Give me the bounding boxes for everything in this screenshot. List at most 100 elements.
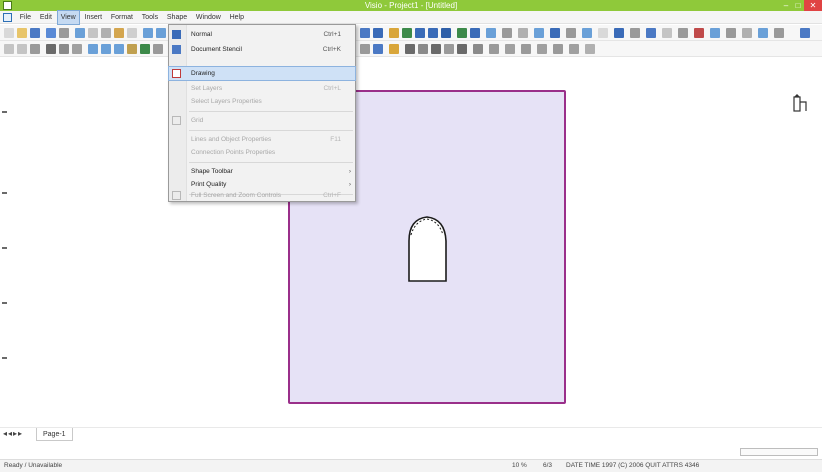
paste-icon[interactable] <box>114 28 124 38</box>
options-icon[interactable] <box>800 28 810 38</box>
tab-page-1[interactable]: Page-1 <box>36 428 73 441</box>
send-back-icon[interactable] <box>630 28 640 38</box>
close-button[interactable]: ✕ <box>804 0 822 11</box>
align-left-icon[interactable] <box>88 44 98 54</box>
shadow-icon[interactable] <box>550 28 560 38</box>
style-icon[interactable] <box>4 44 14 54</box>
line-jump-icon[interactable] <box>505 44 515 54</box>
highlight-icon[interactable] <box>389 44 399 54</box>
drawing-icon <box>172 69 181 78</box>
menu-window[interactable]: Window <box>193 11 224 24</box>
check-icon[interactable] <box>140 44 150 54</box>
crop-icon[interactable] <box>444 44 454 54</box>
line-ends-icon[interactable] <box>534 28 544 38</box>
align-right-icon[interactable] <box>114 44 124 54</box>
rotate-icon[interactable] <box>678 28 688 38</box>
line-pattern-icon[interactable] <box>518 28 528 38</box>
menu-item-normal[interactable]: Normal Ctrl+1 <box>169 28 355 41</box>
open-icon[interactable] <box>17 28 27 38</box>
copy-icon[interactable] <box>101 28 111 38</box>
stamp-icon[interactable] <box>489 44 499 54</box>
pointer-tool-icon[interactable] <box>360 28 370 38</box>
menu-item-document-stencil[interactable]: Document Stencil Ctrl+K <box>169 43 355 56</box>
pencil-tool-icon[interactable] <box>441 28 451 38</box>
preview-icon[interactable] <box>59 28 69 38</box>
arrow-tool-icon[interactable] <box>373 44 383 54</box>
ruler-mark <box>2 247 7 249</box>
align-icon[interactable] <box>646 28 656 38</box>
zoom-icon[interactable] <box>566 28 576 38</box>
menu-item-grid[interactable]: Grid <box>169 114 355 127</box>
document-icon[interactable] <box>3 13 12 22</box>
menu-edit[interactable]: Edit <box>37 11 55 24</box>
dot-tool-icon[interactable] <box>360 44 370 54</box>
line-color-icon[interactable] <box>470 28 480 38</box>
pen-icon[interactable] <box>127 44 137 54</box>
text-block-icon[interactable] <box>431 44 441 54</box>
minimize-button[interactable]: – <box>780 0 792 11</box>
bold-icon[interactable] <box>46 44 56 54</box>
menu-file[interactable]: File <box>17 11 34 24</box>
ellipse-tool-icon[interactable] <box>415 28 425 38</box>
font-icon[interactable] <box>17 44 27 54</box>
arch-door-shape[interactable] <box>405 211 450 283</box>
group-icon[interactable] <box>582 28 592 38</box>
undo-icon[interactable] <box>143 28 153 38</box>
line-tool-icon[interactable] <box>428 28 438 38</box>
menu-item-select-layers-properties[interactable]: Select Layers Properties <box>169 95 355 108</box>
menu-item-set-layers[interactable]: Set Layers Ctrl+L <box>169 82 355 95</box>
font-color-icon[interactable] <box>486 28 496 38</box>
stencil-toolbar-icon[interactable] <box>758 28 768 38</box>
transparency-icon[interactable] <box>569 44 579 54</box>
text-tool-icon[interactable] <box>389 28 399 38</box>
menu-format[interactable]: Format <box>108 11 136 24</box>
menu-insert[interactable]: Insert <box>82 11 106 24</box>
italic-icon[interactable] <box>59 44 69 54</box>
more-icon[interactable] <box>585 44 595 54</box>
status-right: DATE TIME 1997 (C) 2006 QUIT ATTRS 4346 <box>566 462 700 469</box>
menu-help[interactable]: Help <box>227 11 247 24</box>
distribute-icon[interactable] <box>662 28 672 38</box>
font-size-icon[interactable] <box>30 44 40 54</box>
standard-toolbar <box>0 25 822 41</box>
spacing-icon[interactable] <box>521 44 531 54</box>
page-nav-arrows[interactable]: ◂◂▸▸ <box>3 429 23 438</box>
bring-front-icon[interactable] <box>614 28 624 38</box>
menu-item-full-screen[interactable]: Full Screen and Zoom Controls Ctrl+F <box>169 189 355 202</box>
layer-icon[interactable] <box>710 28 720 38</box>
cut-icon[interactable] <box>88 28 98 38</box>
bullets-icon[interactable] <box>153 44 163 54</box>
help-icon[interactable] <box>774 28 784 38</box>
connection-point-icon[interactable] <box>473 44 483 54</box>
spelling-icon[interactable] <box>75 28 85 38</box>
pattern-icon[interactable] <box>553 44 563 54</box>
underline-icon[interactable] <box>72 44 82 54</box>
connector-tool-icon[interactable] <box>373 28 383 38</box>
redo-icon[interactable] <box>156 28 166 38</box>
glue-icon[interactable] <box>742 28 752 38</box>
corner-icon[interactable] <box>537 44 547 54</box>
menu-view[interactable]: View <box>56 10 80 25</box>
menu-item-lines-object-properties[interactable]: Lines and Object Properties F11 <box>169 133 355 146</box>
rectangle-tool-icon[interactable] <box>402 28 412 38</box>
maximize-button[interactable]: □ <box>792 0 804 11</box>
menu-item-connection-points-properties[interactable]: Connection Points Properties <box>169 146 355 159</box>
arc-icon[interactable] <box>418 44 428 54</box>
menu-tools[interactable]: Tools <box>139 11 161 24</box>
flip-icon[interactable] <box>694 28 704 38</box>
freeform-icon[interactable] <box>405 44 415 54</box>
menu-item-drawing[interactable]: Drawing <box>168 66 356 81</box>
print-icon[interactable] <box>46 28 56 38</box>
align-center-icon[interactable] <box>101 44 111 54</box>
ungroup-icon[interactable] <box>598 28 608 38</box>
save-icon[interactable] <box>30 28 40 38</box>
new-icon[interactable] <box>4 28 14 38</box>
menu-item-shape-toolbar[interactable]: Shape Toolbar › <box>169 165 355 178</box>
format-painter-icon[interactable] <box>127 28 137 38</box>
line-weight-icon[interactable] <box>502 28 512 38</box>
menu-shape[interactable]: Shape <box>164 11 190 24</box>
fill-color-icon[interactable] <box>457 28 467 38</box>
horizontal-scrollbar[interactable] <box>740 448 818 456</box>
ellipse-icon[interactable] <box>457 44 467 54</box>
snap-icon[interactable] <box>726 28 736 38</box>
